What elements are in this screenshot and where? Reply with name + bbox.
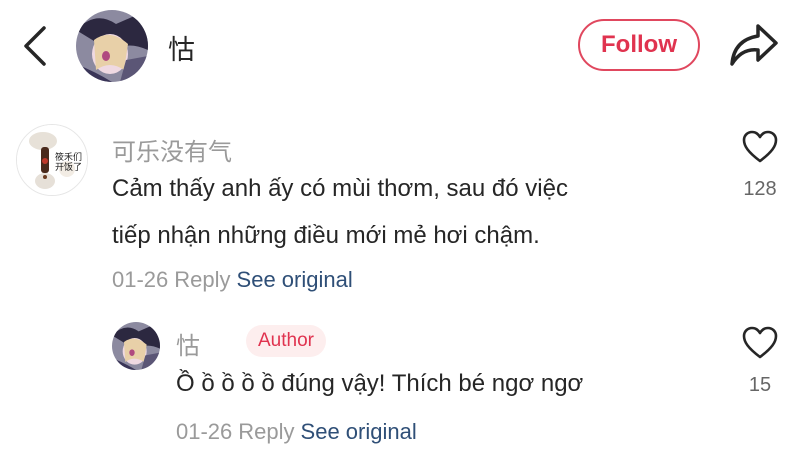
comment-avatar[interactable]: 筱禾们 开饭了: [16, 124, 88, 196]
header-avatar[interactable]: [76, 10, 148, 82]
share-arrow-icon: [730, 24, 778, 66]
heart-icon: [742, 130, 778, 163]
like-button[interactable]: [742, 130, 778, 168]
comment-date: 01-26: [112, 267, 169, 292]
heart-icon: [742, 326, 778, 359]
follow-button[interactable]: Follow: [578, 19, 700, 71]
back-button[interactable]: [16, 24, 52, 68]
like-count: 15: [748, 374, 772, 396]
author-badge: Author: [246, 325, 326, 357]
reply-avatar[interactable]: [112, 322, 160, 370]
reply-button[interactable]: Reply: [238, 419, 294, 444]
share-button[interactable]: [728, 22, 780, 68]
comment-text-line: tiếp nhận những điều mới mẻ hơi chậm.: [112, 222, 540, 249]
comment-username[interactable]: 可乐没有气: [112, 132, 232, 167]
comment-meta: 01-26 Reply See original: [112, 267, 353, 293]
see-original-link[interactable]: See original: [237, 267, 353, 292]
reply-username[interactable]: 怙: [176, 326, 200, 361]
see-original-link[interactable]: See original: [301, 419, 417, 444]
comment-text-line: Cảm thấy anh ấy có mùi thơm, sau đó việc: [112, 175, 568, 202]
reply-button[interactable]: Reply: [174, 267, 230, 292]
like-count: 128: [743, 178, 777, 200]
reply-date: 01-26: [176, 419, 233, 444]
back-arrow-icon: [24, 26, 46, 66]
avatar-caption: 筱禾们 开饭了: [55, 153, 83, 173]
like-button[interactable]: [742, 326, 778, 364]
reply-meta: 01-26 Reply See original: [176, 419, 417, 445]
header-username[interactable]: 怙: [168, 28, 195, 67]
reply-text: Ồ ồ ồ ồ ồ đúng vậy! Thích bé ngơ ngơ: [176, 370, 584, 397]
